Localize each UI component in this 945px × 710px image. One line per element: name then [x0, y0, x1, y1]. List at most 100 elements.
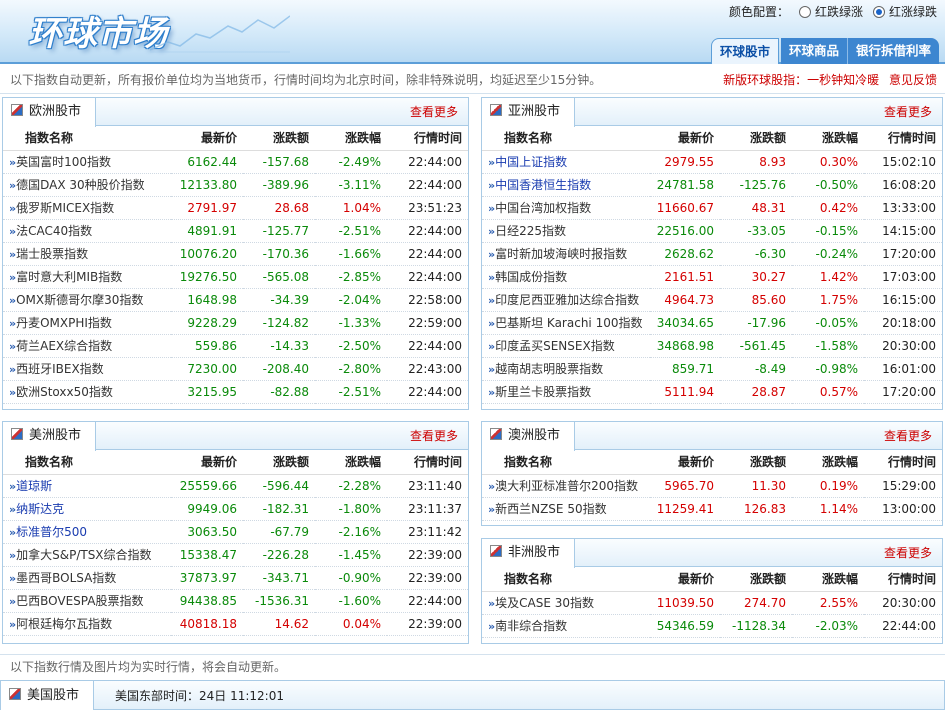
index-name-cell[interactable]: » 斯里兰卡股票指数 [482, 380, 650, 404]
table-row[interactable]: » 瑞士股票指数 10076.20 -170.36 -1.66% 22:44:00 [3, 242, 468, 266]
index-name[interactable]: 瑞士股票指数 [16, 247, 88, 261]
index-name[interactable]: 中国台湾加权指数 [495, 201, 591, 215]
table-row[interactable]: » 丹麦OMXPHI指数 9228.29 -124.82 -1.33% 22:59:00 [3, 311, 468, 335]
index-name-cell[interactable]: » 墨西哥BOLSA指数 [3, 566, 171, 590]
table-row[interactable]: » 日经225指数 22516.00 -33.05 -0.15% 14:15:00 [482, 219, 942, 243]
table-row[interactable]: » 墨西哥BOLSA指数 37873.97 -343.71 -0.90% 22:39:00 [3, 566, 468, 590]
panel-tab[interactable]: 澳洲股市 [482, 422, 576, 451]
index-name[interactable]: 越南胡志明股票指数 [495, 362, 603, 376]
table-row[interactable]: » 荷兰AEX综合指数 559.86 -14.33 -2.50% 22:44:00 [3, 334, 468, 358]
table-row[interactable]: » 俄罗斯MICEX指数 2791.97 28.68 1.04% 23:51:23 [3, 196, 468, 220]
view-more-link[interactable]: 查看更多 [884, 98, 932, 126]
index-name[interactable]: 阿根廷梅尔瓦指数 [16, 617, 112, 631]
index-name[interactable]: 道琼斯 [16, 479, 52, 493]
index-name[interactable]: 英国富时100指数 [16, 155, 111, 169]
table-row[interactable]: » 南非综合指数 54346.59 -1128.34 -2.03% 22:44:00 [482, 614, 942, 638]
index-name-cell[interactable]: » 越南胡志明股票指数 [482, 357, 650, 381]
table-row[interactable]: » 越南胡志明股票指数 859.71 -8.49 -0.98% 16:01:00 [482, 357, 942, 381]
index-name-cell[interactable]: » 西班牙IBEX指数 [3, 357, 171, 381]
index-name-cell[interactable]: » 英国富时100指数 [3, 150, 171, 174]
panel-tab[interactable]: 欧洲股市 [3, 98, 97, 127]
index-name-cell[interactable]: » 巴西BOVESPA股票指数 [3, 589, 171, 613]
radio-red-down-label[interactable]: 红跌绿涨 [815, 3, 863, 20]
radio-red-up-label[interactable]: 红涨绿跌 [889, 3, 937, 20]
tab-global-commodities[interactable]: 环球商品 [780, 38, 848, 64]
table-row[interactable]: » 德国DAX 30种股价指数 12133.80 -389.96 -3.11% 22:44… [3, 173, 468, 197]
new-version-link[interactable]: 新版环球股指：一秒钟知冷暖 [723, 73, 879, 87]
index-name[interactable]: 印度孟买SENSEX指数 [495, 339, 615, 353]
index-name[interactable]: 斯里兰卡股票指数 [495, 385, 591, 399]
index-name[interactable]: 富时意大利MIB指数 [16, 270, 122, 284]
index-name-cell[interactable]: » 阿根廷梅尔瓦指数 [3, 612, 171, 636]
index-name[interactable]: 中国上证指数 [495, 155, 567, 169]
index-name-cell[interactable]: » 南非综合指数 [482, 614, 650, 638]
table-row[interactable]: » 纳斯达克 9949.06 -182.31 -1.80% 23:11:37 [3, 497, 468, 521]
index-name-cell[interactable]: » 日经225指数 [482, 219, 650, 243]
index-name[interactable]: 南非综合指数 [495, 619, 567, 633]
table-row[interactable]: » OMX斯德哥尔摩30指数 1648.98 -34.39 -2.04% 22:58:00 [3, 288, 468, 312]
index-name[interactable]: 欧洲Stoxx50指数 [16, 385, 113, 399]
index-name[interactable]: 加拿大S&P/TSX综合指数 [16, 548, 151, 562]
index-name-cell[interactable]: » 巴基斯坦 Karachi 100指数 [482, 311, 650, 335]
table-row[interactable]: » 印度孟买SENSEX指数 34868.98 -561.45 -1.58% 20:30:… [482, 334, 942, 358]
index-name-cell[interactable]: » 韩国成份指数 [482, 265, 650, 289]
index-name[interactable]: 墨西哥BOLSA指数 [16, 571, 116, 585]
index-name[interactable]: 巴西BOVESPA股票指数 [16, 594, 143, 608]
index-name[interactable]: 俄罗斯MICEX指数 [16, 201, 114, 215]
site-logo[interactable]: 环球市场 [28, 6, 168, 55]
index-name-cell[interactable]: » 欧洲Stoxx50指数 [3, 380, 171, 404]
index-name-cell[interactable]: » 印度孟买SENSEX指数 [482, 334, 650, 358]
table-row[interactable]: » 西班牙IBEX指数 7230.00 -208.40 -2.80% 22:43:00 [3, 357, 468, 381]
table-row[interactable]: » 中国台湾加权指数 11660.67 48.31 0.42% 13:33:00 [482, 196, 942, 220]
table-row[interactable]: » 新西兰NZSE 50指数 11259.41 126.83 1.14% 13:00:00 [482, 497, 942, 521]
index-name[interactable]: 标准普尔500 [16, 525, 87, 539]
index-name-cell[interactable]: » 俄罗斯MICEX指数 [3, 196, 171, 220]
view-more-link[interactable]: 查看更多 [884, 539, 932, 567]
table-row[interactable]: » 英国富时100指数 6162.44 -157.68 -2.49% 22:44:00 [3, 150, 468, 174]
index-name[interactable]: OMX斯德哥尔摩30指数 [16, 293, 143, 307]
view-more-link[interactable]: 查看更多 [410, 98, 458, 126]
panel-tab[interactable]: 非洲股市 [482, 539, 576, 568]
radio-red-up[interactable] [872, 5, 885, 18]
table-row[interactable]: » 韩国成份指数 2161.51 30.27 1.42% 17:03:00 [482, 265, 942, 289]
index-name-cell[interactable]: » 荷兰AEX综合指数 [3, 334, 171, 358]
table-row[interactable]: » 法CAC40指数 4891.91 -125.77 -2.51% 22:44:00 [3, 219, 468, 243]
index-name-cell[interactable]: » 富时新加坡海峡时报指数 [482, 242, 650, 266]
table-row[interactable]: » 澳大利亚标准普尔200指数 5965.70 11.30 0.19% 15:29:00 [482, 474, 942, 498]
table-row[interactable]: » 巴基斯坦 Karachi 100指数 34034.65 -17.96 -0.05% 2… [482, 311, 942, 335]
index-name-cell[interactable]: » 道琼斯 [3, 474, 171, 498]
index-name-cell[interactable]: » 加拿大S&P/TSX综合指数 [3, 543, 171, 567]
table-row[interactable]: » 中国香港恒生指数 24781.58 -125.76 -0.50% 16:08:20 [482, 173, 942, 197]
view-more-link[interactable]: 查看更多 [410, 422, 458, 450]
index-name[interactable]: 印度尼西亚雅加达综合指数 [495, 293, 639, 307]
view-more-link[interactable]: 查看更多 [884, 422, 932, 450]
radio-red-down[interactable] [798, 5, 811, 18]
index-name[interactable]: 纳斯达克 [16, 502, 64, 516]
index-name-cell[interactable]: » OMX斯德哥尔摩30指数 [3, 288, 171, 312]
index-name[interactable]: 韩国成份指数 [495, 270, 567, 284]
table-row[interactable]: » 道琼斯 25559.66 -596.44 -2.28% 23:11:40 [3, 474, 468, 498]
table-row[interactable]: » 富时新加坡海峡时报指数 2628.62 -6.30 -0.24% 17:20:00 [482, 242, 942, 266]
index-name[interactable]: 德国DAX 30种股价指数 [16, 178, 145, 192]
index-name-cell[interactable]: » 富时意大利MIB指数 [3, 265, 171, 289]
index-name[interactable]: 埃及CASE 30指数 [495, 596, 594, 610]
table-row[interactable]: » 标准普尔500 3063.50 -67.79 -2.16% 23:11:42 [3, 520, 468, 544]
table-row[interactable]: » 加拿大S&P/TSX综合指数 15338.47 -226.28 -1.45% 22:3… [3, 543, 468, 567]
table-row[interactable]: » 阿根廷梅尔瓦指数 40818.18 14.62 0.04% 22:39:00 [3, 612, 468, 636]
index-name-cell[interactable]: » 中国台湾加权指数 [482, 196, 650, 220]
table-row[interactable]: » 巴西BOVESPA股票指数 94438.85 -1536.31 -1.60% 22:4… [3, 589, 468, 613]
table-row[interactable]: » 埃及CASE 30指数 11039.50 274.70 2.55% 20:30:00 [482, 591, 942, 615]
index-name[interactable]: 中国香港恒生指数 [495, 178, 591, 192]
index-name[interactable]: 西班牙IBEX指数 [16, 362, 104, 376]
table-row[interactable]: » 印度尼西亚雅加达综合指数 4964.73 85.60 1.75% 16:15:00 [482, 288, 942, 312]
index-name-cell[interactable]: » 纳斯达克 [3, 497, 171, 521]
panel-tab[interactable]: 亚洲股市 [482, 98, 576, 127]
index-name[interactable]: 日经225指数 [495, 224, 566, 238]
index-name-cell[interactable]: » 德国DAX 30种股价指数 [3, 173, 171, 197]
index-name[interactable]: 法CAC40指数 [16, 224, 92, 238]
tab-global-stocks[interactable]: 环球股市 [710, 38, 779, 64]
feedback-link[interactable]: 意见反馈 [889, 73, 937, 87]
index-name-cell[interactable]: » 印度尼西亚雅加达综合指数 [482, 288, 650, 312]
index-name-cell[interactable]: » 标准普尔500 [3, 520, 171, 544]
table-row[interactable]: » 斯里兰卡股票指数 5111.94 28.87 0.57% 17:20:00 [482, 380, 942, 404]
